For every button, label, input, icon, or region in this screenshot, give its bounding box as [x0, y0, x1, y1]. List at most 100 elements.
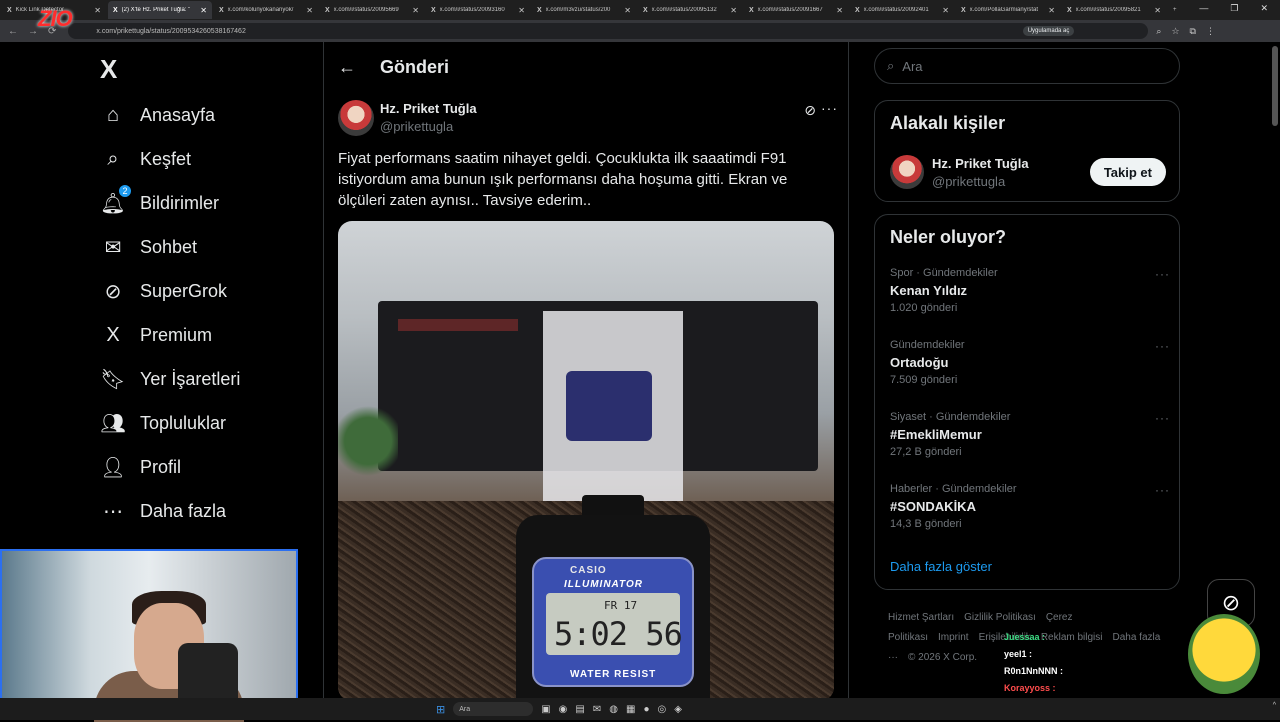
minimize-icon[interactable]: — — [1199, 3, 1208, 14]
close-tab-icon[interactable]: ✕ — [200, 6, 207, 15]
browser-tab[interactable]: Xx.com/i/status/20093160 ✕ — [426, 1, 530, 19]
more-options-icon[interactable]: ··· — [1155, 267, 1170, 281]
browser-tab[interactable]: Xx.com/kolunyokananyok/ ✕ — [214, 1, 318, 19]
trend-item[interactable]: Siyaset · Gündemdekiler #EmekliMemur 27,2 … — [890, 411, 1170, 458]
restore-icon[interactable]: ❐ — [1230, 3, 1238, 14]
more-options-icon[interactable]: ··· — [1155, 411, 1170, 425]
back-icon[interactable]: ← — [8, 26, 18, 37]
url-field[interactable]: x.com/prikettugla/status/200953426053816… — [68, 23, 1149, 39]
close-tab-icon[interactable]: ✕ — [306, 6, 313, 15]
files-icon[interactable]: ▣ — [541, 704, 550, 715]
nav-item-more-circle[interactable]: ⋯ Daha fazla — [100, 491, 226, 531]
nav-item-bookmark[interactable]: 🔖︎ Yer İşaretleri — [100, 359, 240, 399]
show-more-link[interactable]: Daha fazla göster — [890, 559, 992, 574]
discord-icon[interactable]: ◍ — [609, 704, 618, 715]
search-input[interactable] — [902, 58, 1153, 74]
related-handle[interactable]: @prikettugla — [932, 174, 1005, 189]
trend-category: Haberler · Gündemdekiler — [890, 483, 1017, 495]
follow-button[interactable]: Takip et — [1089, 158, 1166, 186]
open-in-app-button[interactable]: Uygulamada aç — [1022, 26, 1075, 36]
browser-tab[interactable]: Xx.com/PollaGarmiany/stat ✕ — [956, 1, 1060, 19]
mail-app-icon[interactable]: ✉ — [593, 704, 601, 715]
more-options-icon[interactable]: ··· — [1155, 339, 1170, 353]
folder-icon[interactable]: ▤ — [575, 704, 584, 715]
forward-icon[interactable]: → — [28, 26, 38, 37]
close-tab-icon[interactable]: ✕ — [730, 6, 737, 15]
grok-icon[interactable]: ⊘ — [804, 102, 816, 119]
browser-tab[interactable]: Xx.com/i/status/20095132 ✕ — [638, 1, 742, 19]
nav-item-mail[interactable]: ✉ Sohbet — [100, 227, 197, 267]
nav-label: Sohbet — [140, 236, 198, 257]
watch-brand: CASIO — [570, 565, 607, 576]
nav-item-search[interactable]: ⌕ Keşfet — [100, 139, 191, 179]
author-handle[interactable]: @prikettugla — [380, 119, 453, 134]
x-favicon-icon: X — [855, 6, 860, 14]
x-favicon-icon: X — [537, 6, 542, 14]
avatar[interactable] — [338, 100, 374, 136]
grok-icon: ⊘ — [104, 280, 122, 303]
app-icon[interactable]: ◈ — [674, 704, 682, 715]
back-arrow-icon[interactable]: ← — [338, 57, 356, 78]
tray-chevron-icon[interactable]: ^ — [1273, 702, 1276, 709]
trend-item[interactable]: Haberler · Gündemdekiler #SONDAKİKA 14,3 B… — [890, 483, 1170, 530]
close-tab-icon[interactable]: ✕ — [412, 6, 419, 15]
chrome-icon[interactable]: ◉ — [559, 704, 568, 715]
search-bar[interactable]: ⌕ — [874, 48, 1180, 84]
close-tab-icon[interactable]: ✕ — [1154, 6, 1161, 15]
nav-label: Anasayfa — [140, 104, 216, 125]
nav-item-profile[interactable]: 👤︎ Profil — [100, 447, 181, 487]
close-tab-icon[interactable]: ✕ — [1048, 6, 1055, 15]
divider — [848, 42, 849, 698]
trend-item[interactable]: Spor · Gündemdekiler Kenan Yıldız 1.020 gö… — [890, 267, 1170, 314]
new-tab-icon[interactable]: + — [1168, 1, 1186, 19]
menu-icon[interactable]: ⋮ — [1206, 26, 1215, 37]
nav-item-grok[interactable]: ⊘ SuperGrok — [100, 271, 227, 311]
related-name[interactable]: Hz. Priket Tuğla — [932, 156, 1029, 171]
browser-tab[interactable]: Xx.com/i/status/20091667 ✕ — [744, 1, 848, 19]
footer-link[interactable]: Imprint — [938, 632, 969, 643]
extensions-icon[interactable]: ⧉ — [1190, 26, 1196, 37]
browser-tab[interactable]: X (2) X'te Hz. Priket Tuğla: " ✕ — [108, 1, 212, 19]
close-tab-icon[interactable]: ✕ — [624, 6, 631, 15]
nav-item-communities[interactable]: 👥︎ Topluluklar — [100, 403, 226, 443]
close-tab-icon[interactable]: ✕ — [836, 6, 843, 15]
bell-icon: 🔔︎ 2 — [100, 184, 132, 216]
footer-link[interactable]: Gizlilik Politikası — [964, 612, 1036, 623]
post-image[interactable]: CASIO ILLUMINATOR FR 17 5:02 56 WATER RE… — [338, 221, 834, 698]
author-name[interactable]: Hz. Priket Tuğla — [380, 101, 477, 116]
store-icon[interactable]: ▦ — [626, 704, 635, 715]
browser-tab[interactable]: Xx.com/i/status/20095669 ✕ — [320, 1, 424, 19]
watch-day: FR 17 — [604, 599, 638, 612]
x-favicon-icon: X — [325, 6, 330, 14]
page-title: Gönderi — [380, 56, 450, 77]
scrollbar[interactable] — [1272, 46, 1278, 126]
zoom-icon[interactable]: ⌕ — [1156, 26, 1161, 37]
windows-start-icon[interactable]: ⊞ — [436, 703, 445, 716]
obs-icon[interactable]: ◎ — [657, 704, 666, 715]
footer-link[interactable]: Hizmet Şartları — [888, 612, 954, 623]
trend-item[interactable]: Gündemdekiler Ortadoğu 7.509 gönderi ··· — [890, 339, 1170, 386]
nav-item-home[interactable]: ⌂ Anasayfa — [100, 95, 215, 135]
avatar[interactable] — [890, 155, 924, 189]
nav-item-bell[interactable]: 🔔︎ 2 Bildirimler — [100, 183, 219, 223]
close-tab-icon[interactable]: ✕ — [94, 6, 101, 15]
more-options-icon[interactable]: ··· — [1155, 483, 1170, 497]
nav-item-x-premium[interactable]: X Premium — [100, 315, 212, 355]
taskbar-search[interactable]: Ara — [453, 702, 534, 716]
x-logo-icon[interactable]: X — [100, 54, 117, 85]
webcam-overlay — [0, 549, 298, 722]
browser-tab[interactable]: Xx.com/i/status/20095821 ✕ — [1062, 1, 1166, 19]
close-window-icon[interactable]: ✕ — [1260, 3, 1268, 14]
related-people-card: Alakalı kişiler Hz. Priket Tuğla @priket… — [874, 100, 1180, 202]
close-tab-icon[interactable]: ✕ — [942, 6, 949, 15]
browser-tab[interactable]: Xx.com/i/status/20092401 ✕ — [850, 1, 954, 19]
mascot-emote — [1188, 614, 1260, 694]
close-tab-icon[interactable]: ✕ — [518, 6, 525, 15]
more-options-icon[interactable]: ··· — [821, 100, 838, 116]
star-icon[interactable]: ☆ — [1171, 26, 1179, 37]
x-favicon-icon: X — [431, 6, 436, 14]
browser-tab[interactable]: Xx.com/m3vzu/status/200 ✕ — [532, 1, 636, 19]
spotify-icon[interactable]: ● — [643, 704, 649, 715]
tab-label: x.com/PollaGarmiany/stat — [969, 7, 1039, 13]
tab-strip: X Kick Link Detector ✕ X (2) X'te Hz. Priket… — [0, 0, 1280, 20]
